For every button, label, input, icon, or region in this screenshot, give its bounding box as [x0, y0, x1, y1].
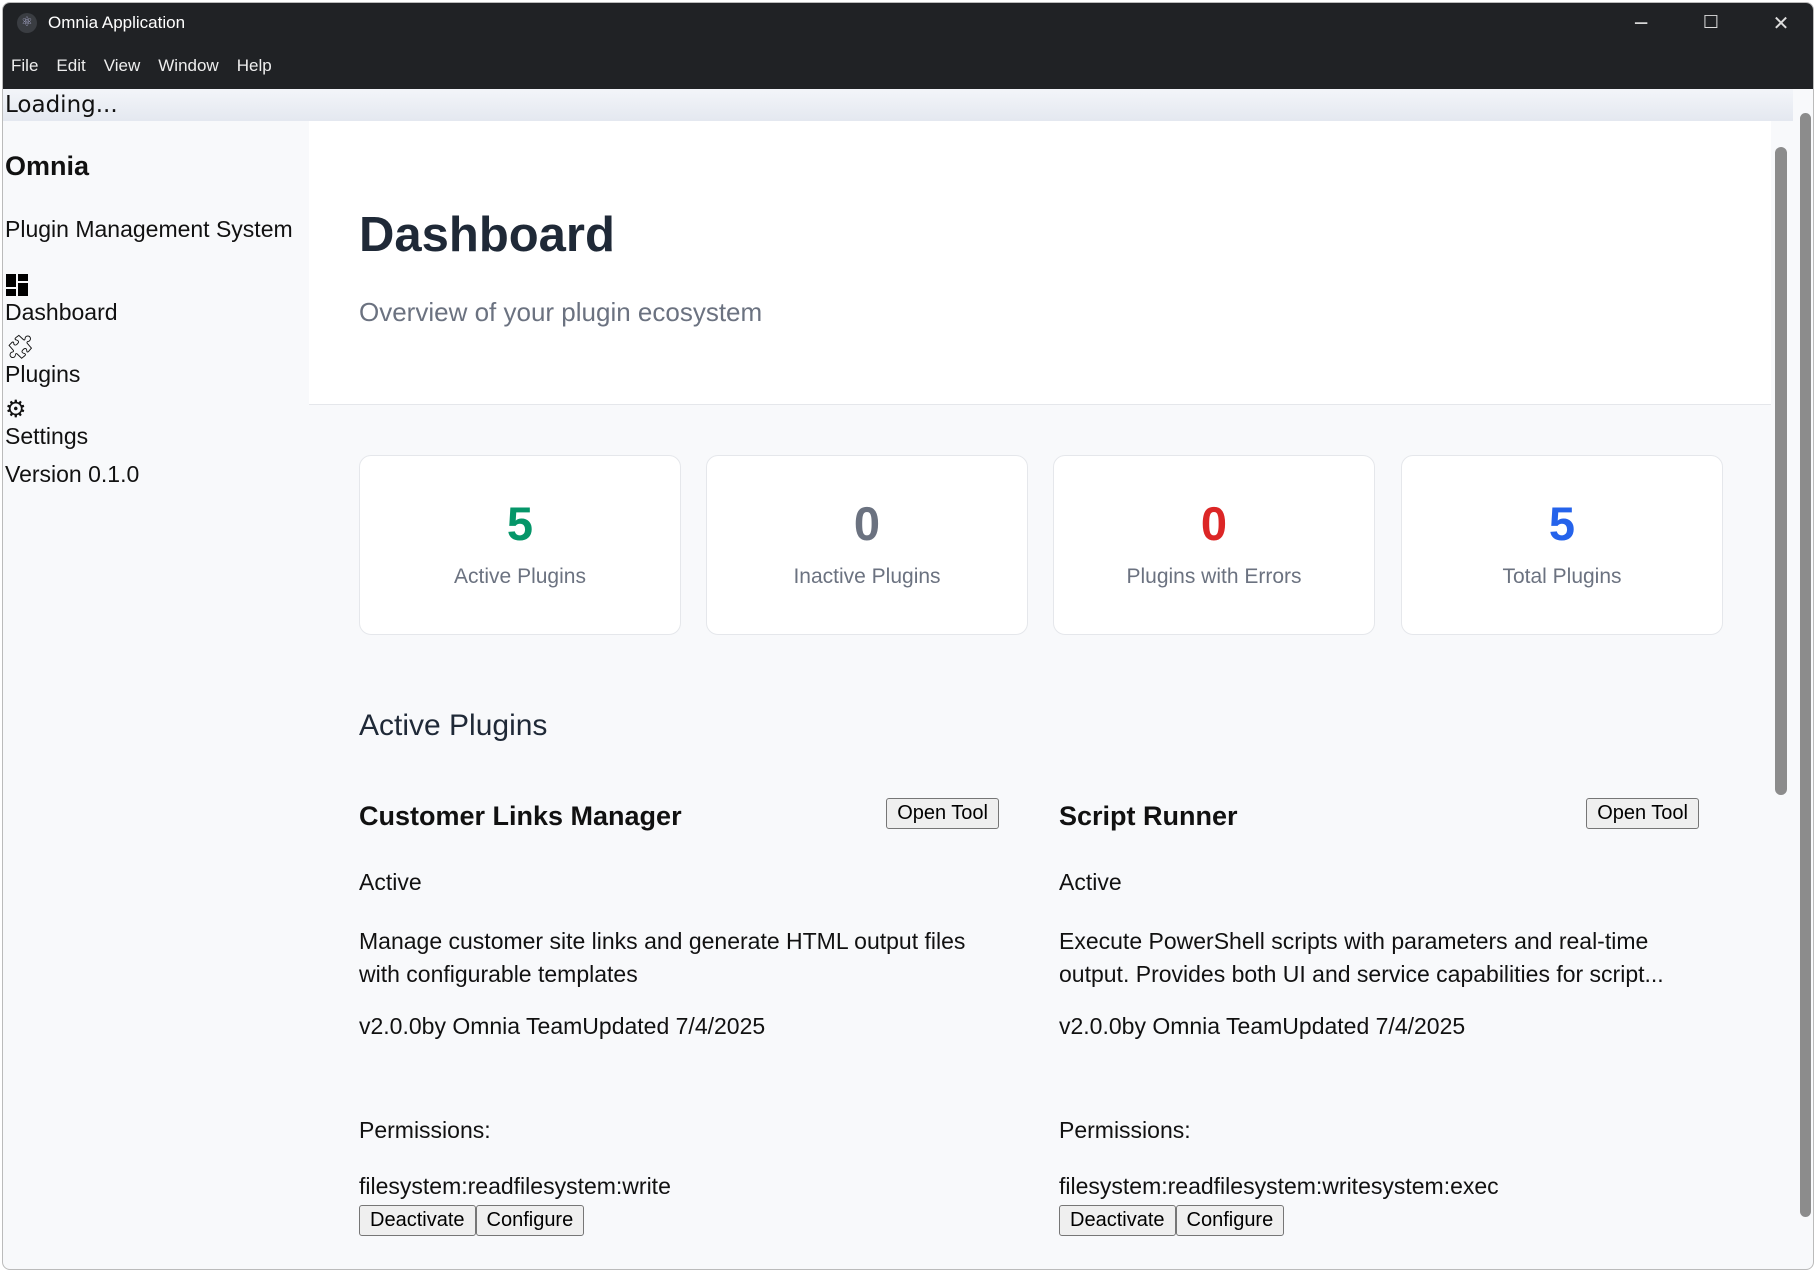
- plugin-card: Script Runner Open Tool Active Execute P…: [1059, 791, 1709, 1269]
- plugin-name: Customer Links Manager: [359, 801, 682, 831]
- stat-label: Total Plugins: [1502, 565, 1622, 588]
- menu-file[interactable]: File: [11, 56, 38, 76]
- menu-bar: File Edit View Window Help: [3, 43, 1813, 89]
- version-label: Version 0.1.0: [5, 461, 140, 487]
- plugin-meta: v2.0.0by Omnia TeamUpdated 7/4/2025: [1059, 1013, 1466, 1039]
- stat-value: 5: [1548, 497, 1576, 550]
- stat-card-inactive: 0 Inactive Plugins: [706, 455, 1028, 635]
- gear-icon: ⚙: [5, 396, 27, 423]
- loading-text: Loading...: [3, 89, 1793, 121]
- stat-card-active: 5 Active Plugins: [359, 455, 681, 635]
- configure-button[interactable]: Configure: [1175, 1205, 1285, 1236]
- sidebar-item-dashboard[interactable]: Dashboard: [5, 273, 118, 326]
- menu-view[interactable]: View: [104, 56, 141, 76]
- plugin-status: Active: [359, 869, 422, 895]
- plugin-status: Active: [1059, 869, 1122, 895]
- minimize-button[interactable]: ─: [1616, 7, 1666, 39]
- sidebar-item-label: Plugins: [5, 361, 81, 387]
- title-bar: ⚛ Omnia Application ─ ☐ ✕: [3, 3, 1813, 43]
- plugin-card: Customer Links Manager Open Tool Active …: [359, 791, 1009, 1269]
- plugin-description: Execute PowerShell scripts with paramete…: [1059, 928, 1664, 987]
- page-title: Dashboard: [359, 208, 615, 262]
- plugin-name: Script Runner: [1059, 801, 1238, 831]
- dashboard-icon: [5, 273, 31, 299]
- menu-window[interactable]: Window: [158, 56, 218, 76]
- deactivate-button[interactable]: Deactivate: [1059, 1205, 1176, 1236]
- stat-value: 0: [1200, 497, 1228, 550]
- permissions-list: filesystem:readfilesystem:write: [359, 1173, 671, 1199]
- electron-app-icon: ⚛: [17, 13, 37, 33]
- stat-value: 5: [506, 497, 534, 550]
- sidebar-item-settings[interactable]: ⚙ Settings: [5, 397, 88, 450]
- stat-value: 0: [853, 497, 881, 550]
- maximize-button[interactable]: ☐: [1686, 7, 1736, 39]
- brand-name: Omnia: [5, 151, 90, 181]
- permissions-label: Permissions:: [1059, 1117, 1191, 1143]
- main-content: Dashboard Overview of your plugin ecosys…: [309, 121, 1771, 1269]
- open-tool-button[interactable]: Open Tool: [1586, 798, 1699, 829]
- plugin-description: Manage customer site links and generate …: [359, 928, 966, 987]
- stat-card-total: 5 Total Plugins: [1401, 455, 1723, 635]
- plugin-meta: v2.0.0by Omnia TeamUpdated 7/4/2025: [359, 1013, 766, 1039]
- brand-subtitle: Plugin Management System: [5, 216, 293, 242]
- menu-help[interactable]: Help: [237, 56, 272, 76]
- configure-button[interactable]: Configure: [475, 1205, 585, 1236]
- main-scrollbar-thumb[interactable]: [1775, 147, 1787, 795]
- section-title: Active Plugins: [359, 709, 548, 742]
- sidebar-item-label: Dashboard: [5, 299, 118, 325]
- window-title: Omnia Application: [48, 13, 186, 32]
- close-button[interactable]: ✕: [1756, 7, 1806, 39]
- app-window: ⚛ Omnia Application ─ ☐ ✕ File Edit View…: [2, 2, 1814, 1270]
- permissions-list: filesystem:readfilesystem:writesystem:ex…: [1059, 1173, 1499, 1199]
- sidebar: Omnia Plugin Management System Dashboard…: [3, 121, 309, 1269]
- menu-edit[interactable]: Edit: [56, 56, 85, 76]
- permissions-label: Permissions:: [359, 1117, 491, 1143]
- stat-label: Active Plugins: [454, 565, 586, 588]
- deactivate-button[interactable]: Deactivate: [359, 1205, 476, 1236]
- page-subtitle: Overview of your plugin ecosystem: [359, 297, 763, 327]
- puzzle-icon: 🧩︎: [5, 334, 36, 361]
- stat-card-errors: 0 Plugins with Errors: [1053, 455, 1375, 635]
- stat-label: Inactive Plugins: [793, 565, 941, 588]
- stat-label: Plugins with Errors: [1126, 565, 1302, 588]
- open-tool-button[interactable]: Open Tool: [886, 798, 999, 829]
- sidebar-item-label: Settings: [5, 423, 89, 449]
- window-scrollbar-thumb[interactable]: [1800, 113, 1811, 1217]
- sidebar-item-plugins[interactable]: 🧩︎ Plugins: [5, 335, 80, 388]
- page-header: Dashboard Overview of your plugin ecosys…: [309, 121, 1771, 405]
